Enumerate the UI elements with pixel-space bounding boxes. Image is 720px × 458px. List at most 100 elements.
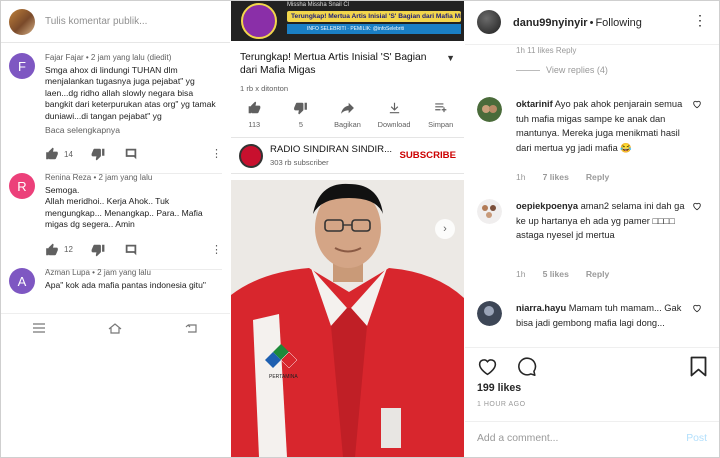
- comment-likes[interactable]: 5 likes: [543, 269, 569, 279]
- partial-comment-meta: 1h 11 likes Reply: [516, 46, 577, 55]
- man-in-red-shirt-illustration: PERTAMINA: [231, 180, 464, 457]
- video-actions: 113 5 Bagikan Download Simpan: [231, 101, 464, 133]
- add-comment-row: Add a comment... Post: [465, 421, 719, 457]
- post-photo: PERTAMINA: [231, 180, 464, 457]
- comment-meta: 1h 5 likes Reply: [516, 269, 609, 279]
- thumbs-up-icon[interactable]: [45, 147, 59, 161]
- post-user-row: danu99nyinyir • Following: [513, 17, 642, 29]
- comment-likes[interactable]: 7 likes: [543, 172, 569, 182]
- thumbs-down-icon[interactable]: [91, 147, 105, 161]
- thumbs-down-icon: [294, 102, 308, 115]
- like-heart-icon[interactable]: [692, 303, 702, 313]
- comment-text: oktarinif Ayo pak ahok penjarain semua t…: [516, 97, 688, 155]
- comment-header: Renina Reza • 2 jam yang lalu: [45, 173, 153, 182]
- comment-item: R Renina Reza • 2 jam yang lalu Semoga. …: [1, 163, 230, 270]
- thumbs-up-icon: [248, 101, 261, 114]
- commenter-avatar[interactable]: [477, 97, 502, 122]
- like-count: 113: [248, 120, 261, 129]
- comment-icon[interactable]: [516, 356, 537, 377]
- reply-icon[interactable]: [124, 243, 138, 257]
- post-header: danu99nyinyir • Following ⋮: [465, 1, 719, 45]
- android-nav-bar: [1, 313, 230, 341]
- share-label: Bagikan: [334, 120, 361, 129]
- commenter-avatar[interactable]: [477, 199, 502, 224]
- menu-icon[interactable]: [32, 322, 46, 334]
- download-icon: [389, 102, 399, 114]
- comment-text: oepiekpoenya aman2 selama ini dah ga ke …: [516, 199, 688, 243]
- thumbnail-top-text: Missha Missha Snail Cl: [287, 2, 350, 8]
- youtube-comments-panel: Tulis komentar publik... F Fajar Fajar •…: [1, 1, 230, 457]
- reply-button[interactable]: Reply: [586, 172, 609, 182]
- ig-comment: niarra.hayu Mamam tuh mamam... Gak bisa …: [465, 297, 719, 347]
- dislike-button[interactable]: 5: [278, 101, 325, 133]
- dislike-count: 5: [298, 120, 303, 129]
- likes-count[interactable]: 199 likes: [477, 382, 521, 394]
- reply-button[interactable]: Reply: [586, 269, 609, 279]
- like-heart-icon[interactable]: [692, 201, 702, 211]
- comment-header: Fajar Fajar • 2 jam yang lalu (diedit): [45, 53, 172, 62]
- save-button[interactable]: Simpan: [417, 101, 464, 133]
- following-label[interactable]: Following: [595, 17, 641, 29]
- back-icon[interactable]: [185, 322, 199, 334]
- like-count: 12: [64, 245, 73, 255]
- read-more-link[interactable]: Baca selengkapnya: [45, 125, 222, 135]
- pertamina-logo-text: PERTAMINA: [269, 374, 298, 380]
- comment-input-placeholder[interactable]: Tulis komentar publik...: [45, 16, 147, 27]
- more-options-icon[interactable]: ⋮: [211, 147, 222, 161]
- subscribe-button[interactable]: SUBSCRIBE: [399, 150, 456, 161]
- heart-icon[interactable]: [477, 356, 498, 377]
- add-comment-input[interactable]: Add a comment...: [477, 433, 558, 444]
- comment-username[interactable]: oepiekpoenya: [516, 201, 578, 211]
- like-count: 14: [64, 149, 73, 159]
- commenter-avatar[interactable]: A: [9, 268, 35, 294]
- post-timestamp: 1 HOUR AGO: [477, 401, 526, 408]
- share-button[interactable]: Bagikan: [324, 101, 371, 133]
- comment-time: 1h: [516, 172, 526, 182]
- view-replies-link[interactable]: View replies (4): [516, 65, 608, 75]
- commenter-avatar[interactable]: F: [9, 53, 35, 79]
- comment-header: Azman Lupa • 2 jam yang lalu: [45, 268, 151, 277]
- comment-meta: 1h 7 likes Reply: [516, 172, 609, 182]
- channel-logo: [241, 3, 277, 39]
- profile-avatar[interactable]: [477, 10, 501, 34]
- thumbs-down-icon[interactable]: [91, 243, 105, 257]
- username[interactable]: danu99nyinyir: [513, 17, 588, 29]
- comment-item: F Fajar Fajar • 2 jam yang lalu (diedit)…: [1, 43, 230, 175]
- more-options-icon[interactable]: ⋮: [693, 13, 707, 27]
- more-options-icon[interactable]: ⋮: [211, 243, 222, 257]
- comments-list[interactable]: 1h 11 likes Reply View replies (4) oktar…: [465, 45, 719, 347]
- subscriber-count: 303 rb subscriber: [270, 158, 329, 167]
- comment-input-row[interactable]: Tulis komentar publik...: [1, 1, 230, 43]
- view-replies-label: View replies (4): [546, 65, 608, 75]
- channel-avatar[interactable]: [239, 144, 263, 168]
- expand-chevron-icon[interactable]: ▼: [446, 53, 455, 63]
- like-button[interactable]: 113: [231, 101, 278, 133]
- channel-name[interactable]: RADIO SINDIRAN SINDIR...: [270, 144, 392, 155]
- reply-icon[interactable]: [124, 147, 138, 161]
- user-avatar: [9, 8, 35, 35]
- bookmark-icon[interactable]: [690, 356, 707, 377]
- thumbs-up-icon[interactable]: [45, 243, 59, 257]
- download-label: Download: [377, 120, 411, 129]
- comment-item: A Azman Lupa • 2 jam yang lalu Apa" kok …: [1, 258, 230, 294]
- comment-time: 1h: [516, 269, 526, 279]
- download-button[interactable]: Download: [371, 101, 418, 133]
- commenter-avatar[interactable]: [477, 301, 502, 326]
- video-thumbnail[interactable]: Missha Missha Snail Cl Terungkap! Mertua…: [231, 1, 464, 41]
- next-photo-icon[interactable]: ›: [435, 219, 455, 239]
- home-icon[interactable]: [108, 322, 122, 334]
- divider: [516, 70, 540, 72]
- video-title: Terungkap! Mertua Artis Inisial 'S' Bagi…: [240, 52, 427, 76]
- comment-text: Smga ahox di lindungi TUHAN dlm menjalan…: [45, 65, 216, 121]
- commenter-avatar[interactable]: R: [9, 173, 35, 199]
- save-label: Simpan: [428, 120, 454, 129]
- post-comment-button[interactable]: Post: [686, 433, 707, 444]
- add-to-playlist-icon: [435, 103, 447, 113]
- comment-username[interactable]: oktarinif: [516, 99, 553, 109]
- comment-text: Semoga. Allah meridhoi.. Kerja Ahok.. Tu…: [45, 185, 203, 230]
- share-icon: [341, 102, 354, 114]
- comment-text: Apa" kok ada mafia pantas indonesia gitu…: [45, 280, 206, 290]
- comment-username[interactable]: niarra.hayu: [516, 303, 566, 313]
- like-heart-icon[interactable]: [692, 99, 702, 109]
- separator-dot: •: [589, 17, 594, 29]
